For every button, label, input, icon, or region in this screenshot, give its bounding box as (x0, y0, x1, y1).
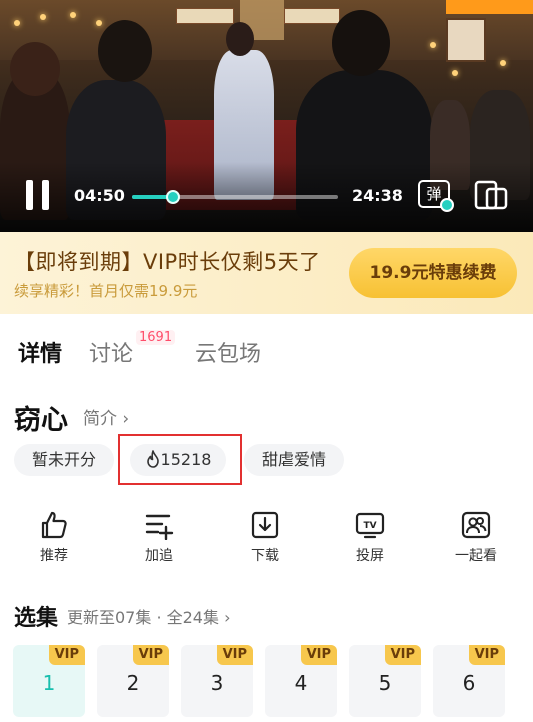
action-bar: 推荐 加追 下载 TV 投屏 一起看 (0, 510, 533, 580)
vip-badge: VIP (216, 645, 253, 665)
danmu-toggle[interactable]: 弹 (418, 180, 454, 212)
danmu-label: 弹 (426, 185, 442, 203)
total-time: 24:38 (352, 186, 403, 205)
episodes-title: 选集 (14, 606, 59, 631)
add-list-icon (145, 514, 174, 540)
thumbs-up-icon (41, 511, 67, 539)
video-player[interactable]: 04:50 24:38 弹 (0, 0, 533, 232)
episode-item-2[interactable]: VIP 2 (97, 645, 169, 717)
rating-tag: 暂未开分 (14, 444, 114, 476)
episode-number: 5 (378, 671, 392, 695)
recommend-button[interactable]: 推荐 (14, 510, 94, 565)
recommend-label: 推荐 (40, 548, 68, 564)
episode-number: 4 (294, 671, 308, 695)
heat-highlight-box (118, 434, 242, 485)
vip-badge: VIP (300, 645, 337, 665)
vip-offer-subtitle: 续享精彩！首月仅需19.9元 (14, 282, 198, 300)
download-button[interactable]: 下载 (225, 510, 305, 565)
tab-cloud-screening[interactable]: 云包场 (195, 336, 261, 368)
watch-together-label: 一起看 (455, 548, 497, 564)
vip-expiry-title: 【即将到期】VIP时长仅剩5天了 (14, 250, 321, 274)
episode-item-5[interactable]: VIP 5 (349, 645, 421, 717)
danmu-on-indicator (440, 198, 454, 212)
episode-item-6[interactable]: VIP 6 (433, 645, 505, 717)
cast-label: 投屏 (356, 548, 384, 564)
cast-button[interactable]: TV 投屏 (330, 510, 410, 565)
tab-discussion[interactable]: 讨论 (89, 336, 133, 368)
vip-badge: VIP (468, 645, 505, 665)
episode-list: VIP 1 VIP 2 VIP 3 VIP 4 VIP 5 VIP 6 (0, 645, 533, 722)
current-time: 04:50 (74, 186, 125, 205)
follow-button[interactable]: 加追 (119, 510, 199, 565)
pause-button[interactable] (26, 180, 52, 210)
svg-text:TV: TV (363, 521, 376, 531)
progress-knob[interactable] (165, 190, 180, 204)
tab-details[interactable]: 详情 (18, 336, 62, 368)
vip-badge: VIP (384, 645, 421, 665)
episodes-info-link[interactable]: 更新至07集 · 全24集 › (67, 604, 230, 628)
episode-number: 6 (462, 671, 476, 695)
download-label: 下载 (251, 548, 279, 564)
episode-item-4[interactable]: VIP 4 (265, 645, 337, 717)
episode-number: 2 (126, 671, 140, 695)
vip-badge: VIP (132, 645, 169, 665)
rotate-screen-icon[interactable] (474, 180, 508, 210)
detail-tabs: 详情 讨论 1691 云包场 (0, 314, 533, 386)
episode-number: 1 (42, 671, 56, 695)
discussion-count-badge: 1691 (136, 330, 176, 345)
renew-vip-button[interactable]: 19.9元特惠续费 (349, 248, 517, 298)
episode-item-1[interactable]: VIP 1 (13, 645, 85, 717)
intro-link[interactable]: 简介 › (83, 404, 129, 429)
genre-tag[interactable]: 甜虐爱情 (244, 444, 344, 476)
tv-cast-icon: TV (355, 512, 385, 539)
watch-together-button[interactable]: 一起看 (436, 510, 516, 565)
follow-label: 加追 (145, 548, 173, 564)
download-icon (251, 511, 279, 539)
episode-number: 3 (210, 671, 224, 695)
watch-together-icon (461, 511, 491, 539)
episode-item-3[interactable]: VIP 3 (181, 645, 253, 717)
vip-badge: VIP (48, 645, 85, 665)
progress-bar[interactable] (132, 190, 338, 204)
player-controls: 04:50 24:38 弹 (0, 178, 533, 214)
vip-renewal-banner[interactable]: 【即将到期】VIP时长仅剩5天了 续享精彩！首月仅需19.9元 19.9元特惠续… (0, 232, 533, 314)
show-title: 窃心 (14, 405, 68, 436)
